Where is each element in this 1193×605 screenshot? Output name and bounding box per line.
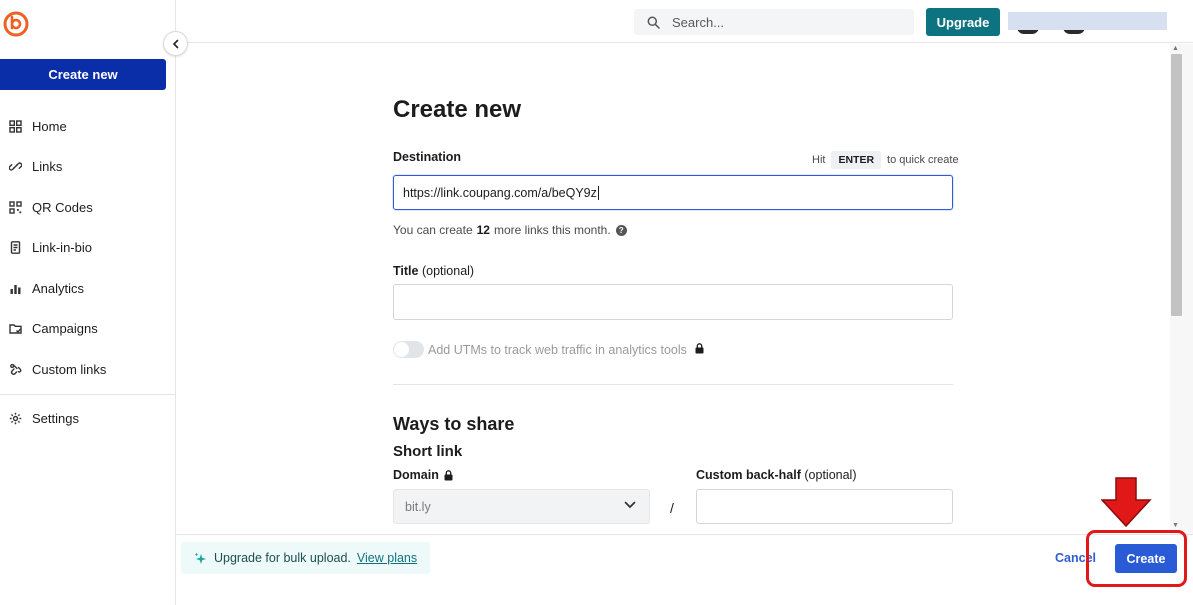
document-icon	[8, 241, 22, 255]
sidebar-item-label: Settings	[32, 411, 79, 427]
question-icon[interactable]: ?	[615, 224, 627, 236]
bitly-logo-icon[interactable]	[3, 11, 29, 37]
backhalf-input[interactable]	[696, 489, 953, 524]
sidebar-item-campaigns[interactable]: Campaigns	[0, 309, 176, 350]
short-link-heading: Short link	[393, 443, 463, 460]
sidebar-item-label: Links	[32, 159, 63, 175]
top-bar: Search... Upgrade	[176, 0, 1193, 43]
title-label-text: Title	[393, 264, 419, 278]
sidebar-item-analytics[interactable]: Analytics	[0, 268, 176, 309]
bulk-upload-text: Upgrade for bulk upload.	[214, 551, 351, 565]
scrollbar-thumb[interactable]	[1171, 54, 1182, 316]
collapse-sidebar-button[interactable]	[163, 31, 188, 56]
section-divider	[393, 384, 953, 385]
domain-label-text: Domain	[393, 468, 439, 482]
chevron-left-icon	[172, 39, 178, 48]
custom-link-icon	[8, 362, 22, 376]
sidebar-item-label: Home	[32, 118, 67, 134]
link-icon	[8, 160, 22, 174]
destination-label: Destination	[393, 150, 462, 164]
utm-label: Add UTMs to track web traffic in analyti…	[428, 342, 687, 357]
bar-chart-icon	[8, 281, 22, 295]
hint-suffix: to quick create	[887, 154, 959, 166]
sidebar-item-label: Link-in-bio	[32, 240, 92, 256]
ways-to-share-heading: Ways to share	[393, 414, 515, 434]
domain-value: bit.ly	[405, 499, 431, 514]
sidebar-item-label: Custom links	[32, 361, 107, 377]
create-link-form: Create new Destination Hit ENTER to quic…	[176, 44, 1170, 534]
sidebar-item-label: Analytics	[32, 280, 85, 296]
red-arrow-annotation	[1101, 477, 1152, 528]
destination-input[interactable]: https://link.coupang.com/a/beQY9z	[393, 175, 953, 210]
utm-toggle-row: Add UTMs to track web traffic in analyti…	[393, 341, 704, 358]
hint-prefix: Hit	[812, 154, 826, 166]
highlight-box-annotation	[1086, 530, 1187, 587]
backhalf-label-text: Custom back-half	[696, 468, 801, 482]
bulk-upload-banner: Upgrade for bulk upload. View plans	[181, 542, 430, 574]
scroll-up-icon[interactable]: ▲	[1172, 45, 1179, 52]
grid-icon	[8, 119, 22, 133]
toggle-knob	[394, 342, 409, 357]
lock-icon	[695, 342, 704, 357]
destination-value: https://link.coupang.com/a/beQY9z	[403, 185, 597, 200]
limit-suffix: more links this month.	[493, 223, 611, 237]
title-label: Title (optional)	[393, 264, 474, 278]
domain-label: Domain	[393, 468, 453, 482]
title-optional-text: (optional)	[421, 264, 475, 278]
backhalf-label: Custom back-half (optional)	[696, 468, 857, 482]
sidebar-item-custom-links[interactable]: Custom links	[0, 349, 176, 390]
sidebar-item-settings[interactable]: Settings	[0, 399, 176, 440]
sidebar-item-qr-codes[interactable]: QR Codes	[0, 187, 176, 228]
search-input[interactable]: Search...	[634, 9, 914, 35]
search-icon	[647, 16, 660, 29]
quick-create-hint: Hit ENTER to quick create	[812, 151, 959, 169]
text-caret	[597, 185, 599, 200]
sparkle-icon	[194, 552, 206, 564]
upgrade-button[interactable]: Upgrade	[926, 8, 1000, 36]
scroll-down-icon[interactable]: ▼	[1172, 522, 1179, 529]
sidebar-item-home[interactable]: Home	[0, 106, 176, 147]
domain-select[interactable]: bit.ly	[393, 489, 650, 524]
enter-key-badge: ENTER	[831, 151, 882, 169]
search-placeholder: Search...	[672, 14, 725, 30]
gear-icon	[8, 412, 22, 426]
sidebar-divider	[0, 393, 176, 395]
create-new-button[interactable]: Create new	[0, 59, 166, 90]
limit-count: 12	[476, 223, 490, 237]
lock-icon	[444, 469, 453, 481]
page-title: Create new	[393, 96, 522, 123]
sidebar-item-label: QR Codes	[32, 199, 93, 215]
sidebar: Create new Home Links QR Codes Link-in-b…	[0, 0, 176, 605]
sidebar-item-label: Campaigns	[32, 321, 98, 337]
link-limit-note: You can create 12 more links this month.…	[393, 223, 627, 237]
slash-separator: /	[670, 500, 674, 516]
sidebar-item-links[interactable]: Links	[0, 147, 176, 188]
qr-code-icon	[8, 200, 22, 214]
account-menu[interactable]	[1008, 12, 1167, 30]
backhalf-optional-text: (optional)	[804, 468, 857, 482]
limit-prefix: You can create	[393, 223, 473, 237]
title-input[interactable]	[393, 284, 953, 320]
sidebar-nav: Home Links QR Codes Link-in-bio Analytic…	[0, 106, 176, 439]
app-root: Create new Home Links QR Codes Link-in-b…	[0, 0, 1193, 605]
utm-toggle[interactable]	[393, 341, 424, 358]
view-plans-link[interactable]: View plans	[357, 551, 417, 565]
chevron-down-icon	[624, 501, 636, 509]
form-footer: Upgrade for bulk upload. View plans Canc…	[176, 534, 1193, 605]
campaign-icon	[8, 322, 22, 336]
sidebar-item-link-in-bio[interactable]: Link-in-bio	[0, 228, 176, 269]
